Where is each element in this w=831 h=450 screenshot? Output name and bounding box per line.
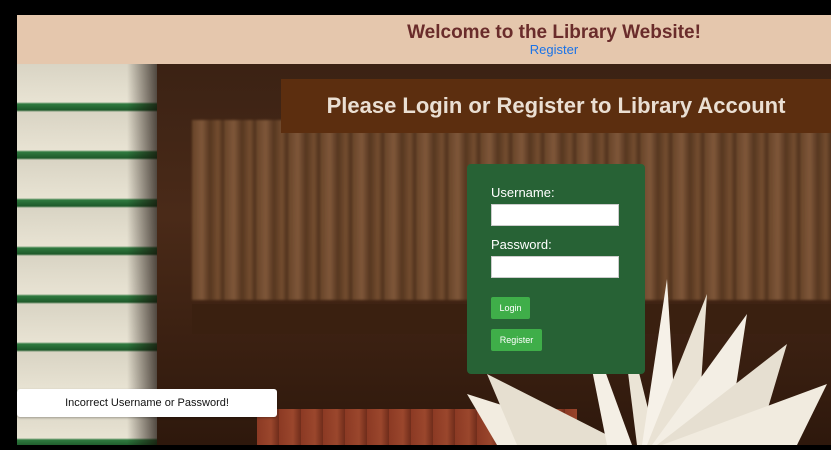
error-message: Incorrect Username or Password! <box>65 397 229 409</box>
error-message-box: Incorrect Username or Password! <box>17 389 277 417</box>
login-form: Username: Password: Login Register <box>467 164 645 374</box>
username-input[interactable] <box>491 204 619 226</box>
login-prompt-text: Please Login or Register to Library Acco… <box>326 93 786 118</box>
header-register-link[interactable]: Register <box>17 42 831 57</box>
username-label: Username: <box>491 185 555 200</box>
login-button[interactable]: Login <box>491 297 530 319</box>
site-header: Welcome to the Library Website! Register <box>17 15 831 64</box>
book-stack-shadow <box>127 64 157 445</box>
password-input[interactable] <box>491 256 619 278</box>
register-button[interactable]: Register <box>491 329 542 351</box>
login-prompt-banner: Please Login or Register to Library Acco… <box>281 79 831 133</box>
site-title: Welcome to the Library Website! <box>407 22 701 43</box>
page-frame: Welcome to the Library Website! Register… <box>17 15 831 445</box>
password-label: Password: <box>491 237 552 252</box>
